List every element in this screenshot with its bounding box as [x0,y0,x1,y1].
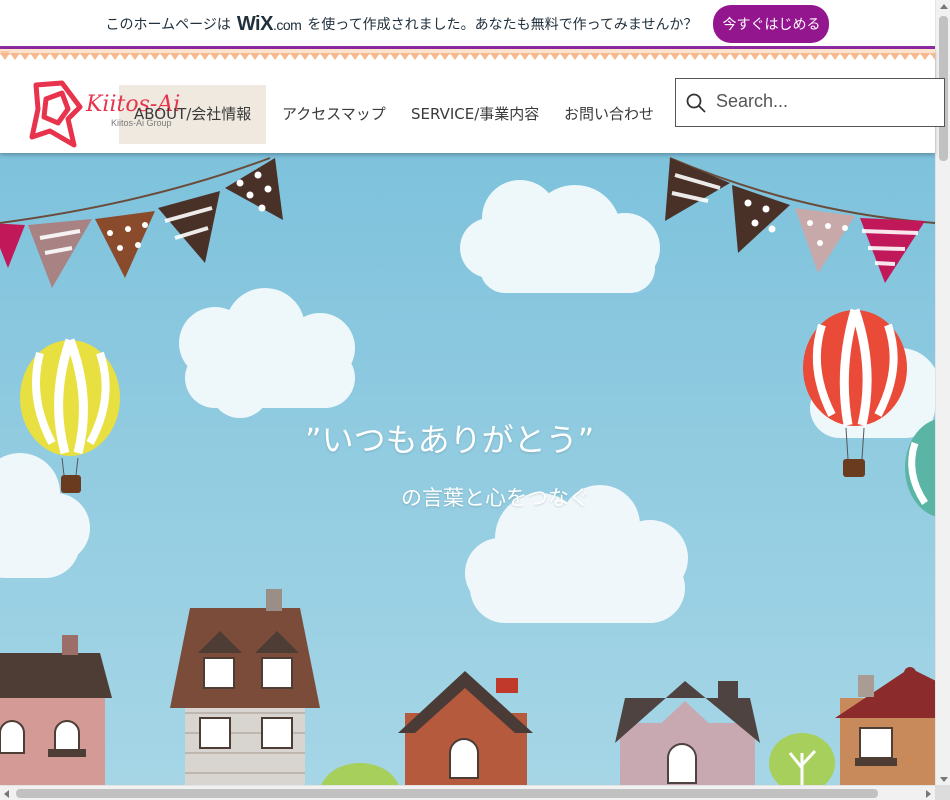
nav-item-service[interactable]: SERVICE/事業内容 [411,103,539,124]
nav-item-access-map[interactable]: アクセスマップ [282,103,386,124]
horizontal-scrollbar[interactable] [0,785,935,800]
scallop-border [0,49,935,60]
scroll-up-arrow-icon[interactable] [940,4,948,9]
site-header: Kiitos-Ai Kiitos-Ai Group ABOUT/会社情報 アクセ… [0,49,945,153]
nav-item-contact[interactable]: お問い合わせ [564,103,654,124]
scrollbar-corner [935,785,950,800]
start-now-button[interactable]: 今すぐはじめる [713,5,830,43]
house-illustration [170,589,320,785]
hero-banner: ”いつもありがとう” の言葉と心をつなぐ [0,153,935,785]
scroll-down-arrow-icon[interactable] [940,777,948,782]
scroll-right-arrow-icon[interactable] [926,790,931,798]
search-box[interactable]: Search... [675,78,945,127]
hero-subheadline: の言葉と心をつなぐ [401,486,590,510]
house-illustration [0,635,112,785]
wix-promo-banner: このホームページは WiX.com を使って作成されました。あなたも無料で作って… [0,0,935,48]
wix-logo[interactable]: WiX.com [237,13,302,36]
nav-item-about[interactable]: ABOUT/会社情報 [134,103,251,124]
wix-banner-text-after: を使って作成されました。あなたも無料で作ってみませんか？ [307,17,698,33]
wix-banner-text-before: このホームページは [105,17,231,33]
horizontal-scroll-thumb[interactable] [16,789,878,798]
scroll-left-arrow-icon[interactable] [4,790,9,798]
hero-illustration [0,153,935,785]
hero-headline: ”いつもありがとう” [305,421,595,459]
search-icon [686,93,706,113]
search-input[interactable]: Search... [716,91,788,112]
